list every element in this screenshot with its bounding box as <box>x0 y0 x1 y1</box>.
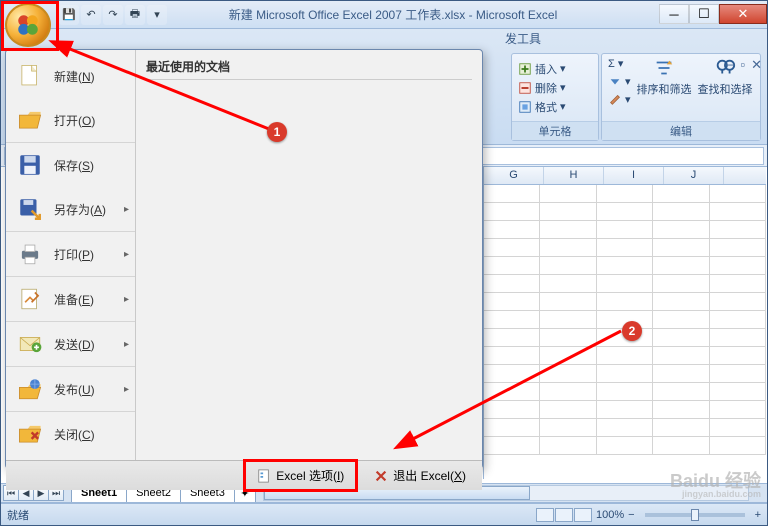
watermark: Baidu 经验 jingyan.baidu.com <box>670 472 761 499</box>
zoom-slider[interactable] <box>645 513 745 517</box>
office-menu-commands: 新建(N) 打开(O) 保存(S) 另存为(A)▸ 打印(P)▸ 准备(E)▸ <box>6 50 136 460</box>
ribbon-format-button[interactable]: 格式 ▾ <box>518 99 566 115</box>
annotation-marker-1: 1 <box>267 122 287 142</box>
menu-close[interactable]: 关闭(C) <box>6 412 135 456</box>
save-as-icon <box>16 195 44 223</box>
col-header[interactable]: I <box>604 167 664 184</box>
qat-undo-icon[interactable]: ↶ <box>81 5 101 25</box>
menu-send[interactable]: 发送(D)▸ <box>6 322 135 367</box>
mdi-restore-button[interactable]: ▫ <box>740 57 745 73</box>
view-normal-button[interactable] <box>536 508 554 522</box>
zoom-level[interactable]: 100% <box>596 509 624 521</box>
mdi-close-button[interactable]: ✕ <box>751 57 762 73</box>
excel-options-button[interactable]: Excel 选项(I) <box>249 463 352 488</box>
ribbon-autosum-button[interactable]: Σ ▾ <box>608 57 631 70</box>
col-header[interactable]: H <box>544 167 604 184</box>
menu-save[interactable]: 保存(S) <box>6 143 135 187</box>
ribbon-group-editing-label: 编辑 <box>602 121 760 140</box>
menu-prepare[interactable]: 准备(E)▸ <box>6 277 135 322</box>
view-break-button[interactable] <box>574 508 592 522</box>
window-title: 新建 Microsoft Office Excel 2007 工作表.xlsx … <box>127 6 659 23</box>
exit-excel-button[interactable]: 退出 Excel(X) <box>366 463 474 488</box>
menu-publish[interactable]: 发布(U)▸ <box>6 367 135 412</box>
col-header[interactable]: J <box>664 167 724 184</box>
ribbon-delete-button[interactable]: 删除 ▾ <box>518 80 566 96</box>
send-mail-icon <box>16 330 44 358</box>
ribbon-clear-button[interactable]: ▾ <box>608 92 631 106</box>
ribbon-group-cells-label: 单元格 <box>512 121 598 140</box>
window-minimize-button[interactable]: ─ <box>659 4 689 24</box>
ribbon-tab-devtools[interactable]: 发工具 <box>501 28 545 49</box>
view-layout-button[interactable] <box>555 508 573 522</box>
publish-icon <box>16 375 44 403</box>
office-logo-icon <box>15 12 41 38</box>
exit-x-icon <box>374 469 388 483</box>
zoom-in-button[interactable]: + <box>755 509 761 521</box>
recent-documents-panel: 最近使用的文档 <box>136 50 482 460</box>
ribbon-sort-filter-button[interactable]: 排序和筛选 <box>637 57 692 97</box>
col-header[interactable]: G <box>484 167 544 184</box>
recent-documents-title: 最近使用的文档 <box>146 58 472 80</box>
close-file-icon <box>16 420 44 448</box>
print-icon <box>16 240 44 268</box>
mdi-minimize-button[interactable]: ─ <box>725 57 734 73</box>
ribbon-fill-button[interactable]: ▾ <box>608 74 631 88</box>
prepare-icon <box>16 285 44 313</box>
office-menu: 新建(N) 打开(O) 保存(S) 另存为(A)▸ 打印(P)▸ 准备(E)▸ <box>5 49 483 469</box>
menu-save-as[interactable]: 另存为(A)▸ <box>6 187 135 232</box>
qat-redo-icon[interactable]: ↷ <box>103 5 123 25</box>
open-folder-icon <box>16 106 44 134</box>
ribbon-insert-button[interactable]: 插入 ▾ <box>518 61 566 77</box>
save-disk-icon <box>16 151 44 179</box>
menu-print[interactable]: 打印(P)▸ <box>6 232 135 277</box>
office-button[interactable] <box>5 3 51 47</box>
menu-open[interactable]: 打开(O) <box>6 98 135 143</box>
new-file-icon <box>16 62 44 90</box>
qat-save-icon[interactable]: 💾 <box>59 5 79 25</box>
annotation-highlight-options: Excel 选项(I) <box>243 459 358 492</box>
column-headers: G H I J <box>484 167 766 185</box>
zoom-out-button[interactable]: − <box>628 509 634 521</box>
menu-new[interactable]: 新建(N) <box>6 54 135 98</box>
status-ready: 就绪 <box>7 507 29 523</box>
options-page-icon <box>257 469 271 483</box>
window-maximize-button[interactable]: ☐ <box>689 4 719 24</box>
window-close-button[interactable]: ✕ <box>719 4 767 24</box>
annotation-marker-2: 2 <box>622 321 642 341</box>
